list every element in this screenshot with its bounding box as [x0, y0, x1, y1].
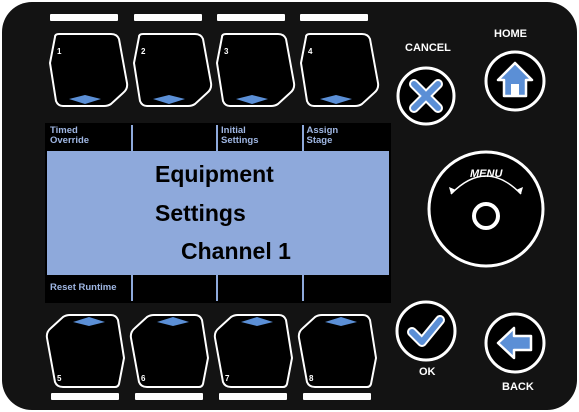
softkey-7[interactable]: 7	[213, 314, 293, 388]
ok-button[interactable]	[395, 300, 457, 362]
softkey-6[interactable]: 6	[129, 314, 209, 388]
softkey-1-number: 1	[57, 47, 62, 56]
softkey-1-indicator	[50, 14, 118, 21]
lcd-slot-8	[304, 275, 390, 301]
softkey-7-indicator	[219, 393, 287, 400]
softkey-3[interactable]: 3	[216, 33, 296, 107]
softkey-4-indicator	[300, 14, 368, 21]
lcd-screen: Timed Override Initial Settings Assign S…	[45, 123, 391, 303]
softkey-6-indicator	[135, 393, 203, 400]
softkey-5-label: Reset Runtime	[50, 282, 117, 293]
softkey-4-label: Assign Stage	[306, 125, 339, 146]
softkey-3-indicator	[217, 14, 285, 21]
softkey-4[interactable]: 4	[300, 33, 380, 107]
softkey-3-label: Initial Settings	[221, 125, 259, 146]
lcd-line-2: Settings	[155, 200, 246, 226]
menu-label: MENU	[470, 168, 503, 180]
softkey-5-indicator	[51, 393, 119, 400]
lcd-slot-3: Initial Settings	[218, 125, 304, 151]
softkey-5[interactable]: 5	[45, 314, 125, 388]
softkey-7-number: 7	[225, 374, 230, 383]
lcd-slot-4: Assign Stage	[304, 125, 390, 151]
softkey-8-indicator	[303, 393, 371, 400]
lcd-slot-7	[218, 275, 304, 301]
lcd-top-softkey-labels: Timed Override Initial Settings Assign S…	[47, 125, 389, 151]
lcd-slot-2	[133, 125, 218, 151]
lcd-line-1: Equipment	[155, 161, 274, 187]
softkey-4-number: 4	[308, 47, 313, 56]
home-label: HOME	[494, 28, 527, 40]
softkey-5-number: 5	[57, 374, 62, 383]
back-label: BACK	[502, 381, 534, 393]
back-button[interactable]	[484, 312, 546, 374]
lcd-slot-5: Reset Runtime	[47, 275, 133, 301]
softkey-3-number: 3	[224, 47, 229, 56]
lcd-bottom-softkey-labels: Reset Runtime	[47, 275, 389, 301]
lcd-slot-6	[133, 275, 218, 301]
ok-label: OK	[419, 366, 436, 378]
lcd-slot-1: Timed Override	[47, 125, 133, 151]
home-button[interactable]	[484, 50, 546, 112]
cancel-button[interactable]	[396, 66, 456, 126]
softkey-1-label: Timed Override	[50, 125, 90, 146]
softkey-6-number: 6	[141, 374, 146, 383]
menu-dial[interactable]: MENU	[427, 150, 545, 268]
lcd-line-3: Channel 1	[181, 238, 291, 264]
softkey-8-number: 8	[309, 374, 314, 383]
softkey-2-number: 2	[141, 47, 146, 56]
softkey-1[interactable]: 1	[49, 33, 129, 107]
softkey-8[interactable]: 8	[297, 314, 377, 388]
cancel-label: CANCEL	[405, 42, 451, 54]
softkey-2[interactable]: 2	[133, 33, 213, 107]
softkey-2-indicator	[134, 14, 202, 21]
